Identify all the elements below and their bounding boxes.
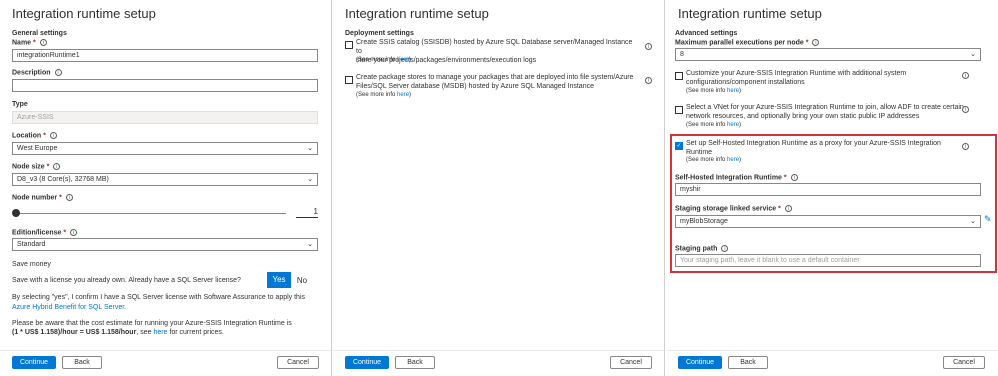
panel-title: Integration runtime setup xyxy=(12,6,156,21)
cancel-button[interactable]: Cancel xyxy=(277,356,319,369)
continue-button[interactable]: Continue xyxy=(345,356,389,369)
info-icon[interactable]: i xyxy=(962,106,969,113)
max-parallel-select[interactable]: 8 ⌄ xyxy=(675,48,981,61)
select-vnet-label: Select a VNet for your Azure-SSIS Integr… xyxy=(686,104,964,120)
create-package-stores-checkbox[interactable] xyxy=(345,76,353,84)
node-size-label: Node size * i xyxy=(12,163,61,170)
description-input[interactable] xyxy=(12,79,318,92)
info-icon[interactable]: i xyxy=(49,132,57,139)
max-parallel-label: Maximum parallel executions per node * i xyxy=(675,39,820,46)
license-no-button[interactable]: No xyxy=(292,272,312,288)
advanced-settings-heading: Advanced settings xyxy=(675,30,738,37)
general-settings-heading: General settings xyxy=(12,30,67,37)
info-icon[interactable]: i xyxy=(53,163,61,170)
chevron-down-icon: ⌄ xyxy=(307,175,313,183)
continue-button[interactable]: Continue xyxy=(12,356,56,369)
back-button[interactable]: Back xyxy=(395,356,435,369)
customize-ir-label: Customize your Azure-SSIS Integration Ru… xyxy=(686,70,907,86)
node-size-select[interactable]: D8_v3 (8 Core(s), 32768 MB) ⌄ xyxy=(12,173,318,186)
see-more-link[interactable]: here xyxy=(397,92,409,98)
location-label: Location * i xyxy=(12,132,57,139)
info-icon[interactable]: i xyxy=(962,72,969,79)
node-number-label: Node number * i xyxy=(12,194,73,201)
create-ssisdb-checkbox[interactable] xyxy=(345,41,353,49)
name-label: Name * i xyxy=(12,39,47,46)
description-label: Description i xyxy=(12,69,62,76)
info-icon[interactable]: i xyxy=(645,43,652,50)
chevron-down-icon: ⌄ xyxy=(307,240,313,248)
see-more-info: (See more info here) xyxy=(356,57,412,63)
confirm-text: By selecting "yes", I confirm I have a S… xyxy=(12,294,306,301)
footer-divider xyxy=(333,350,664,351)
chevron-down-icon: ⌄ xyxy=(970,50,976,58)
select-vnet-checkbox[interactable] xyxy=(675,106,683,114)
node-number-slider-track[interactable] xyxy=(16,213,286,214)
license-question: Save with a license you already own. Alr… xyxy=(12,277,241,284)
chevron-down-icon: ⌄ xyxy=(307,144,313,152)
prices-link[interactable]: here xyxy=(153,329,167,336)
info-icon[interactable]: i xyxy=(812,39,820,46)
highlight-box xyxy=(670,134,997,273)
setup-panel-general: Integration runtime setup General settin… xyxy=(0,0,331,376)
edition-label: Edition/license * i xyxy=(12,229,78,236)
footer-divider xyxy=(0,350,331,351)
see-more-link[interactable]: here xyxy=(397,57,409,63)
see-more-info: (See more info here) xyxy=(356,92,412,98)
panel-title: Integration runtime setup xyxy=(345,6,489,21)
see-more-info: (See more info here) xyxy=(686,122,742,128)
node-number-input[interactable]: 1 xyxy=(296,206,318,218)
hybrid-benefit-link[interactable]: Azure Hybrid Benefit for SQL Server. xyxy=(12,304,126,311)
panel-title: Integration runtime setup xyxy=(678,6,822,21)
deployment-settings-heading: Deployment settings xyxy=(345,30,414,37)
continue-button[interactable]: Continue xyxy=(678,356,722,369)
license-yes-button[interactable]: Yes xyxy=(267,272,291,288)
create-package-stores-label: Create package stores to manage your pac… xyxy=(356,74,634,90)
see-more-link[interactable]: here xyxy=(727,88,739,94)
edition-select[interactable]: Standard ⌄ xyxy=(12,238,318,251)
cancel-button[interactable]: Cancel xyxy=(943,356,985,369)
info-icon[interactable]: i xyxy=(70,229,78,236)
panel-divider xyxy=(331,0,332,376)
type-label: Type xyxy=(12,101,28,108)
cost-text: Please be aware that the cost estimate f… xyxy=(12,320,292,327)
cost-estimate: (1 * US$ 1.158)/hour = US$ 1.158/hour, s… xyxy=(12,329,224,336)
info-icon[interactable]: i xyxy=(54,69,62,76)
see-more-link[interactable]: here xyxy=(727,122,739,128)
back-button[interactable]: Back xyxy=(62,356,102,369)
location-select[interactable]: West Europe ⌄ xyxy=(12,142,318,155)
setup-panel-deployment: Integration runtime setup Deployment set… xyxy=(333,0,664,376)
panel-divider xyxy=(664,0,665,376)
info-icon[interactable]: i xyxy=(65,194,73,201)
customize-ir-checkbox[interactable] xyxy=(675,72,683,80)
name-input[interactable]: integrationRuntime1 xyxy=(12,49,318,62)
footer-divider xyxy=(666,350,998,351)
node-number-slider-thumb[interactable] xyxy=(12,209,20,217)
cancel-button[interactable]: Cancel xyxy=(610,356,652,369)
type-field: Azure-SSIS xyxy=(12,111,318,124)
save-money-heading: Save money xyxy=(12,261,51,268)
see-more-info: (See more info here) xyxy=(686,88,742,94)
info-icon[interactable]: i xyxy=(39,39,47,46)
back-button[interactable]: Back xyxy=(728,356,768,369)
info-icon[interactable]: i xyxy=(645,77,652,84)
